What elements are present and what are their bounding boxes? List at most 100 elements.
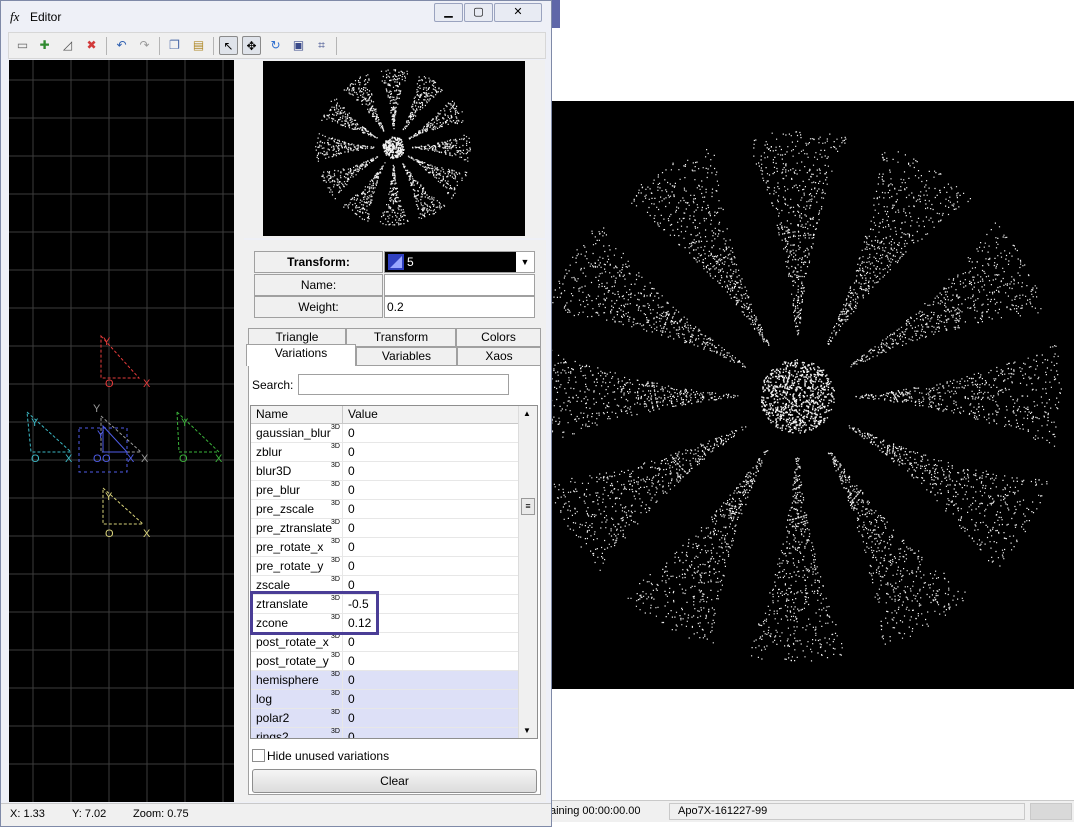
tab-transform[interactable]: Transform: [346, 328, 456, 347]
column-header-value[interactable]: Value: [343, 406, 519, 424]
tab-colors[interactable]: Colors: [456, 328, 541, 347]
search-input[interactable]: [298, 374, 509, 395]
scroll-thumb[interactable]: ≡: [521, 498, 535, 515]
name-row: Name:: [254, 274, 535, 296]
flame-preview: [263, 61, 525, 236]
variation-row[interactable]: hemisphere 3D 0: [251, 671, 519, 690]
variation-name: pre_blur: [256, 483, 301, 497]
triangle-yellow[interactable]: Y O X: [102, 486, 151, 540]
move-icon[interactable]: ✥: [242, 36, 261, 55]
rotate-icon[interactable]: ↻: [266, 36, 285, 55]
scroll-down-icon[interactable]: ▼: [523, 726, 531, 735]
close-button[interactable]: ✕: [494, 3, 542, 22]
variation-value[interactable]: 0: [348, 426, 355, 440]
toolbar-separator: [159, 37, 160, 55]
variation-row[interactable]: post_rotate_y 3D 0: [251, 652, 519, 671]
pane-splitter[interactable]: [234, 60, 244, 802]
variation-row[interactable]: rings2 3D 0: [251, 728, 519, 738]
toolbar-separator: [106, 37, 107, 55]
variation-row[interactable]: pre_blur 3D 0: [251, 481, 519, 500]
select-icon[interactable]: ↖: [219, 36, 238, 55]
column-divider: [342, 443, 343, 462]
redo-icon[interactable]: ↷: [135, 36, 154, 55]
triangle-red-o-label: O: [105, 378, 114, 390]
variation-3d-tag: 3D: [331, 424, 340, 431]
triangle-green[interactable]: Y O X: [176, 410, 223, 465]
variation-value[interactable]: 0: [348, 692, 355, 706]
triangle-blue-selected[interactable]: Y O O X: [78, 424, 135, 473]
variation-value[interactable]: 0: [348, 578, 355, 592]
add-icon[interactable]: ✚: [35, 36, 54, 55]
variation-row[interactable]: post_rotate_x 3D 0: [251, 633, 519, 652]
triangle-cyan[interactable]: Y O X: [26, 410, 73, 465]
variation-row[interactable]: pre_zscale 3D 0: [251, 500, 519, 519]
variation-value[interactable]: 0: [348, 673, 355, 687]
hide-unused-label: Hide unused variations: [267, 749, 390, 763]
weight-field[interactable]: 0.2: [384, 296, 535, 318]
variation-row[interactable]: pre_ztranslate 3D 0: [251, 519, 519, 538]
scale-icon[interactable]: ▣: [289, 36, 308, 55]
variation-name: pre_zscale: [256, 502, 315, 516]
minimize-button[interactable]: ▁: [434, 3, 463, 22]
grid-scrollbar[interactable]: ▲ ≡ ▼: [518, 406, 537, 738]
variation-name: hemisphere: [256, 673, 319, 687]
paste-icon[interactable]: ▤: [189, 36, 208, 55]
variation-row[interactable]: log 3D 0: [251, 690, 519, 709]
column-divider: [342, 424, 343, 443]
variation-value[interactable]: 0: [348, 540, 355, 554]
weight-label: Weight:: [254, 296, 383, 318]
chevron-down-icon[interactable]: ▼: [516, 252, 534, 272]
variation-value[interactable]: 0: [348, 559, 355, 573]
variation-row[interactable]: blur3D 3D 0: [251, 462, 519, 481]
transform-select[interactable]: 5 ▼: [384, 251, 535, 273]
hide-unused-checkbox[interactable]: [252, 749, 265, 762]
column-header-name[interactable]: Name: [251, 406, 343, 424]
copy-icon[interactable]: ❐: [165, 36, 184, 55]
variation-value[interactable]: 0: [348, 464, 355, 478]
undo-icon[interactable]: ↶: [112, 36, 131, 55]
variations-grid[interactable]: Name Value gaussian_blur 3D 0 zblur 3D 0 blur3…: [250, 405, 538, 739]
annotation-highlight-box: [250, 591, 379, 635]
column-divider: [342, 709, 343, 728]
triangle-blue-y-label: Y: [97, 429, 105, 441]
editor-toolbar: ▭ ✚ ◿ ✖ ↶ ↷ ❐ ▤ ↖ ✥ ↻ ▣ ⌗: [8, 32, 546, 59]
variation-value[interactable]: 0: [348, 635, 355, 649]
delete-icon[interactable]: ✖: [82, 36, 101, 55]
variation-value[interactable]: 0: [348, 445, 355, 459]
variation-3d-tag: 3D: [331, 538, 340, 545]
variation-value[interactable]: 0: [348, 730, 355, 738]
name-field[interactable]: [384, 274, 535, 296]
variation-row[interactable]: pre_rotate_x 3D 0: [251, 538, 519, 557]
tab-variables[interactable]: Variables: [356, 347, 457, 366]
variation-name: zblur: [256, 445, 283, 459]
triangle-gray-y-label: Y: [93, 403, 101, 415]
flip-icon[interactable]: ⌗: [312, 36, 331, 55]
column-divider: [342, 500, 343, 519]
variation-value[interactable]: 0: [348, 654, 355, 668]
variation-row[interactable]: gaussian_blur 3D 0: [251, 424, 519, 443]
variation-3d-tag: 3D: [331, 652, 340, 659]
variation-row[interactable]: zblur 3D 0: [251, 443, 519, 462]
new-icon[interactable]: ▭: [13, 36, 32, 55]
variation-3d-tag: 3D: [331, 671, 340, 678]
variation-value[interactable]: 0: [348, 711, 355, 725]
editor-titlebar[interactable]: fx Editor ▁ ▢ ✕: [1, 1, 551, 31]
tab-xaos[interactable]: Xaos: [457, 347, 541, 366]
column-divider: [342, 652, 343, 671]
duplicate-icon[interactable]: ◿: [58, 36, 77, 55]
variation-value[interactable]: 0: [348, 483, 355, 497]
variation-row[interactable]: polar2 3D 0: [251, 709, 519, 728]
variation-value[interactable]: 0: [348, 521, 355, 535]
maximize-button[interactable]: ▢: [464, 3, 493, 22]
toolbar-separator: [336, 37, 337, 55]
triangle-editor-canvas[interactable]: Y O X Y O X Y X Y O O X Y O X Y O X: [9, 60, 234, 802]
tab-variations[interactable]: Variations: [246, 344, 356, 366]
scroll-up-icon[interactable]: ▲: [523, 409, 531, 418]
column-divider: [342, 633, 343, 652]
fractal-render-view[interactable]: [532, 101, 1074, 689]
column-divider: [342, 690, 343, 709]
clear-button[interactable]: Clear: [252, 769, 537, 793]
transform-label: Transform:: [254, 251, 383, 273]
variation-value[interactable]: 0: [348, 502, 355, 516]
variation-row[interactable]: pre_rotate_y 3D 0: [251, 557, 519, 576]
